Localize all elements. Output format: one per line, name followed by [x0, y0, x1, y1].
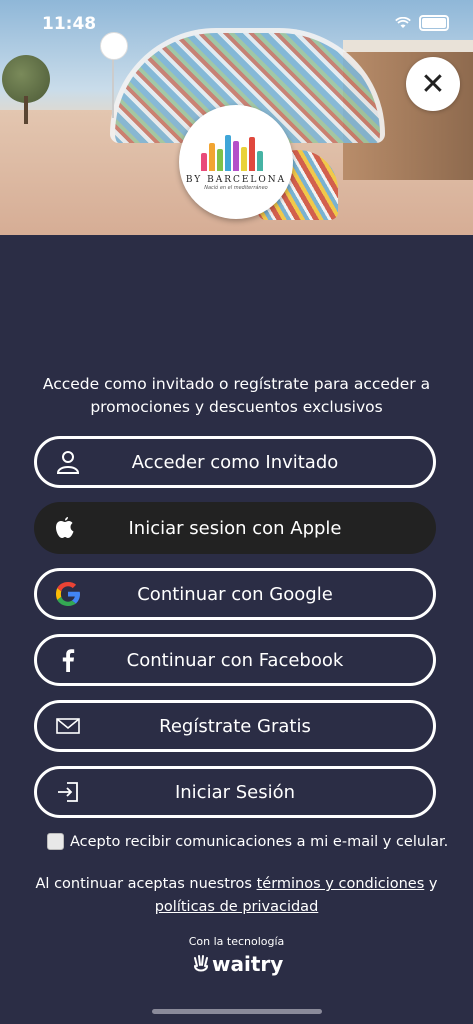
- close-icon: ✕: [420, 66, 446, 102]
- consent-label: Acepto recibir comunicaciones a mi e-mai…: [70, 833, 449, 850]
- envelope-icon: [53, 711, 83, 741]
- guest-button-label: Acceder como Invitado: [131, 451, 339, 473]
- brand-logo: BY BARCELONA Nació en el mediterráneo: [179, 105, 293, 219]
- facebook-button-label: Continuar con Facebook: [126, 649, 344, 671]
- facebook-icon: [53, 645, 83, 675]
- terms-text: Al continuar aceptas nuestros términos y…: [20, 873, 453, 919]
- login-button-label: Iniciar Sesión: [174, 781, 296, 803]
- skyline-icon: [201, 133, 271, 171]
- terms-link[interactable]: términos y condiciones: [257, 876, 425, 892]
- privacy-link[interactable]: políticas de privacidad: [155, 899, 319, 915]
- google-icon: [53, 579, 83, 609]
- close-button[interactable]: ✕: [406, 57, 460, 111]
- logo-brand: BY BARCELONA: [185, 175, 287, 185]
- login-button[interactable]: Iniciar Sesión: [34, 766, 436, 818]
- intro-text: Accede como invitado o regístrate para a…: [42, 375, 431, 416]
- logo-tagline: Nació en el mediterráneo: [204, 185, 268, 191]
- waitry-brand: waitry: [212, 952, 284, 976]
- waitry-logo: waitry: [193, 952, 283, 976]
- google-button[interactable]: Continuar con Google: [34, 568, 436, 620]
- terms-middle: y: [424, 876, 438, 892]
- user-icon: [53, 447, 83, 477]
- register-button-label: Regístrate Gratis: [159, 715, 311, 737]
- google-button-label: Continuar con Google: [137, 583, 333, 605]
- apple-button-label: Iniciar sesion con Apple: [128, 517, 342, 539]
- powered-by-label: Con la tecnología: [188, 935, 285, 948]
- wifi-icon: [395, 17, 411, 28]
- status-icons: [395, 15, 449, 31]
- tree-trunk: [24, 96, 28, 124]
- sign-logo: [100, 32, 128, 60]
- consent-row[interactable]: Acepto recibir comunicaciones a mi e-mai…: [47, 833, 448, 850]
- home-indicator: [152, 1009, 322, 1014]
- facebook-button[interactable]: Continuar con Facebook: [34, 634, 436, 686]
- apple-icon: [50, 513, 80, 543]
- terms-prefix: Al continuar aceptas nuestros: [35, 876, 257, 892]
- guest-button[interactable]: Acceder como Invitado: [34, 436, 436, 488]
- apple-signin-button[interactable]: Iniciar sesion con Apple: [34, 502, 436, 554]
- register-button[interactable]: Regístrate Gratis: [34, 700, 436, 752]
- battery-icon: [419, 15, 449, 31]
- login-icon: [53, 777, 83, 807]
- waitry-hand-icon: [194, 955, 208, 972]
- consent-checkbox[interactable]: [47, 833, 64, 850]
- sign-pole: [112, 58, 114, 118]
- status-time: 11:48: [42, 14, 97, 34]
